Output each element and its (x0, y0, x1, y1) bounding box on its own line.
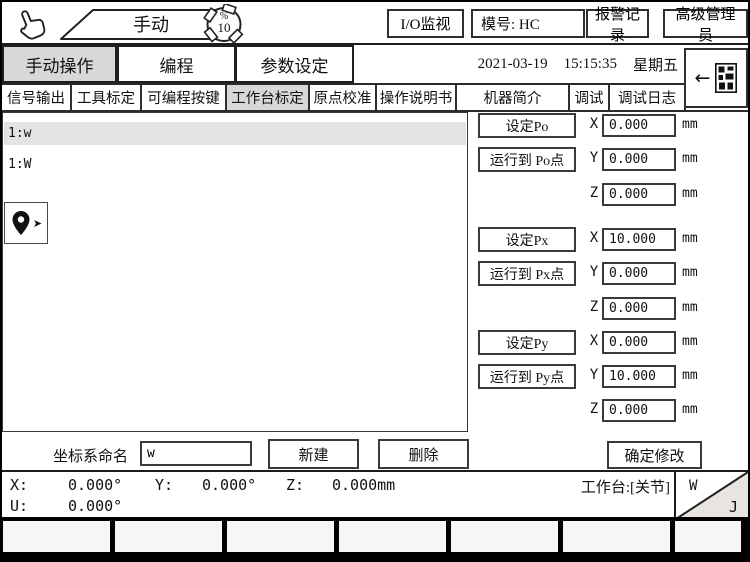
z-axis-label: Z: (286, 476, 304, 494)
po-x-field[interactable]: 0.000 (602, 114, 676, 137)
softkey-cell[interactable] (562, 520, 671, 553)
coordinate-naming-label: 坐标系命名 (53, 445, 128, 466)
run-to-py-button[interactable]: 运行到 Py点 (478, 364, 576, 389)
weekday-text: 星期五 (633, 54, 678, 75)
unit-label: mm (682, 334, 698, 349)
set-po-button[interactable]: 设定Po (478, 113, 576, 138)
datetime-display: 2021-03-19 15:15:35 星期五 (478, 45, 678, 83)
unit-label: mm (682, 186, 698, 201)
y-axis-value: 0.000° (202, 476, 256, 494)
softkey-cell[interactable] (226, 520, 335, 553)
x-axis-label: X: (10, 476, 28, 494)
tab-manual-operation[interactable]: 手动操作 (2, 45, 117, 83)
u-axis-value: 0.000° (68, 497, 122, 515)
axis-label: Y (587, 367, 601, 383)
mode-banner: % 10 手动 (56, 4, 256, 44)
io-monitor-button[interactable]: I/O监视 (387, 9, 464, 38)
mode-label: 手动 (133, 15, 169, 35)
location-pin-button[interactable]: ➤ (4, 202, 48, 244)
delete-button[interactable]: 删除 (378, 439, 469, 469)
py-x-field[interactable]: 0.000 (602, 331, 676, 354)
set-py-button[interactable]: 设定Py (478, 330, 576, 355)
axis-label: X (587, 116, 601, 132)
subtab-debug[interactable]: 调试 (570, 85, 610, 110)
coordinate-name-input[interactable] (140, 441, 252, 466)
py-z-field[interactable]: 0.000 (602, 399, 676, 422)
collapse-panel-button[interactable]: ← (684, 48, 748, 108)
axis-label: Y (587, 150, 601, 166)
tab-programming[interactable]: 编程 (117, 45, 236, 83)
subtab-machine-info[interactable]: 机器简介 (457, 85, 570, 110)
qr-code-icon (715, 63, 737, 93)
axis-label: Z (587, 401, 601, 417)
axis-label: X (587, 333, 601, 349)
unit-label: mm (682, 265, 698, 280)
main-tab-row: 手动操作 编程 参数设定 2021-03-19 15:15:35 星期五 (2, 45, 748, 85)
unit-label: mm (682, 231, 698, 246)
robot-teach-pendant-screen: % 10 手动 I/O监视 模号: HC 报警记录 高级管理员 手动操作 编程 … (0, 0, 750, 562)
unit-label: mm (682, 300, 698, 315)
set-px-button[interactable]: 设定Px (478, 227, 576, 252)
speed-value: 10 (218, 20, 231, 35)
subtab-debug-log[interactable]: 调试日志 (610, 85, 686, 110)
subtab-operation-manual[interactable]: 操作说明书 (377, 85, 457, 110)
px-x-field[interactable]: 10.000 (602, 228, 676, 251)
z-axis-value: 0.000mm (332, 476, 395, 494)
sub-tab-row: 信号输出 工具标定 可编程按键 工作台标定 原点校准 操作说明书 机器简介 调试… (2, 85, 748, 112)
date-text: 2021-03-19 (478, 56, 548, 73)
subtab-tool-calibration[interactable]: 工具标定 (72, 85, 142, 110)
location-pin-icon (10, 210, 32, 236)
run-to-po-button[interactable]: 运行到 Po点 (478, 147, 576, 172)
axis-label: X (587, 230, 601, 246)
coordinate-system-list: 1:w 1:W ➤ (2, 112, 468, 432)
py-y-field[interactable]: 10.000 (602, 365, 676, 388)
new-button[interactable]: 新建 (268, 439, 359, 469)
run-to-px-button[interactable]: 运行到 Px点 (478, 261, 576, 286)
subtab-programmable-keys[interactable]: 可编程按键 (142, 85, 227, 110)
list-item[interactable]: 1:w (4, 122, 466, 145)
unit-label: mm (682, 117, 698, 132)
softkey-cell[interactable] (2, 520, 111, 553)
confirm-modify-button[interactable]: 确定修改 (607, 441, 702, 469)
subtab-origin-calibration[interactable]: 原点校准 (310, 85, 377, 110)
axis-label: Y (587, 264, 601, 280)
softkey-cell[interactable] (338, 520, 447, 553)
time-text: 15:15:35 (564, 56, 617, 73)
subtab-signal-output[interactable]: 信号输出 (2, 85, 72, 110)
model-number-box: 模号: HC (471, 9, 585, 38)
po-z-field[interactable]: 0.000 (602, 183, 676, 206)
po-y-field[interactable]: 0.000 (602, 148, 676, 171)
top-bar: % 10 手动 I/O监视 模号: HC 报警记录 高级管理员 (2, 2, 748, 45)
user-level-button[interactable]: 高级管理员 (663, 9, 748, 38)
unit-label: mm (682, 402, 698, 417)
unit-label: mm (682, 151, 698, 166)
subtab-workbench-calibration[interactable]: 工作台标定 (227, 85, 310, 110)
speed-gear-icon: % 10 (204, 4, 242, 43)
y-axis-label: Y: (155, 476, 173, 494)
x-axis-value: 0.000° (68, 476, 122, 494)
u-axis-label: U: (10, 497, 28, 515)
alarm-record-button[interactable]: 报警记录 (586, 9, 649, 38)
axis-label: Z (587, 299, 601, 315)
joint-mode-label: J (729, 498, 738, 516)
softkey-bar (2, 517, 748, 562)
px-z-field[interactable]: 0.000 (602, 297, 676, 320)
status-bar: X: 0.000° Y: 0.000° Z: 0.000mm U: 0.000°… (2, 470, 748, 517)
back-arrow-icon: ← (695, 67, 711, 89)
workbench-mode-label: 工作台:[关节] (545, 476, 670, 497)
px-y-field[interactable]: 0.000 (602, 262, 676, 285)
axis-label: Z (587, 185, 601, 201)
pin-arrow-icon: ➤ (33, 217, 42, 230)
world-mode-label: W (689, 478, 698, 494)
hand-pointer-icon (12, 5, 50, 43)
list-item[interactable]: 1:W (4, 153, 466, 176)
softkey-cell[interactable] (114, 520, 223, 553)
unit-label: mm (682, 368, 698, 383)
softkey-cell[interactable] (450, 520, 559, 553)
softkey-cell[interactable] (674, 520, 742, 553)
tab-parameter-settings[interactable]: 参数设定 (235, 45, 354, 83)
coordinate-mode-toggle[interactable]: W J (674, 472, 750, 519)
